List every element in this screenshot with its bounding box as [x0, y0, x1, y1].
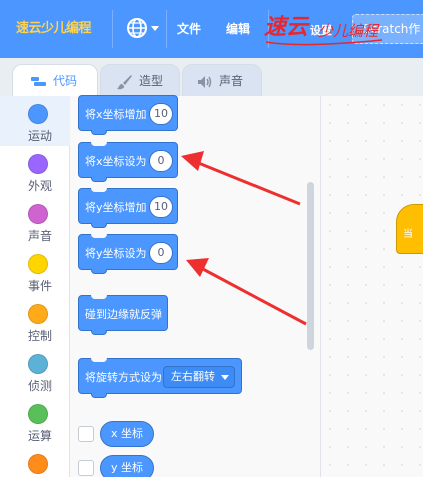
- block-set-x[interactable]: 将x坐标设为 0: [78, 142, 178, 182]
- tab-costumes[interactable]: 造型: [100, 64, 180, 98]
- category-label: 侦测: [27, 379, 52, 393]
- category-label: 运动: [27, 129, 52, 143]
- palette-scrollbar[interactable]: [307, 182, 314, 350]
- category-label: 控制: [27, 329, 52, 343]
- block-label: 将旋转方式设为: [85, 371, 162, 384]
- block-label: 碰到边缘就反弹: [85, 308, 162, 321]
- tab-label: 代码: [53, 74, 78, 88]
- menu-file[interactable]: 文件: [177, 20, 201, 37]
- tab-label: 声音: [219, 74, 244, 88]
- block-notch: [91, 223, 107, 228]
- category-dot: [28, 304, 48, 324]
- menu-divider: [112, 10, 113, 48]
- block-bounce-on-edge[interactable]: 碰到边缘就反弹: [78, 295, 168, 335]
- block-label: 将x坐标设为: [85, 155, 147, 168]
- block-notch: [91, 234, 107, 238]
- category-operators[interactable]: 运算: [0, 396, 70, 446]
- block-notch: [91, 393, 107, 398]
- block-notch: [91, 142, 107, 146]
- globe-icon[interactable]: [126, 17, 148, 39]
- rotation-style-dropdown[interactable]: 左右翻转: [163, 366, 235, 388]
- block-notch: [91, 130, 107, 135]
- menu-divider: [268, 10, 269, 48]
- block-value-input[interactable]: 0: [149, 150, 173, 172]
- category-dot: [28, 404, 48, 424]
- block-label: 将y坐标设为: [85, 247, 147, 260]
- block-notch: [91, 177, 107, 182]
- category-label: 外观: [27, 179, 52, 193]
- category-dot: [28, 254, 48, 274]
- category-label: 运算: [27, 429, 52, 443]
- y-position-checkbox[interactable]: [78, 460, 94, 476]
- tab-label: 造型: [139, 74, 164, 88]
- dropdown-value: 左右翻转: [171, 370, 215, 383]
- block-notch: [91, 269, 107, 274]
- category-label: 事件: [27, 279, 52, 293]
- category-dot: [28, 454, 48, 474]
- block-notch: [91, 330, 107, 335]
- menu-bar: 速云少儿编程 文件 编辑 设置 Scratch作 速云 少儿编程: [0, 0, 423, 58]
- block-value-input[interactable]: 10: [149, 103, 173, 125]
- category-sensing[interactable]: 侦测: [0, 346, 70, 396]
- block-value-input[interactable]: 10: [149, 196, 173, 218]
- category-events[interactable]: 事件: [0, 246, 70, 296]
- block-set-rotation-style[interactable]: 将旋转方式设为 左右翻转: [78, 358, 242, 398]
- category-dot: [28, 204, 48, 224]
- hat-block-label: 当: [403, 229, 413, 240]
- menu-edit[interactable]: 编辑: [226, 20, 250, 37]
- script-area[interactable]: [320, 96, 423, 477]
- block-value-input[interactable]: 0: [149, 242, 173, 264]
- svg-text:速云: 速云: [264, 14, 310, 40]
- code-icon: [31, 76, 46, 86]
- tab-sounds[interactable]: 声音: [182, 64, 262, 98]
- category-control[interactable]: 控制: [0, 296, 70, 346]
- category-variables[interactable]: 变量: [0, 446, 70, 477]
- block-label: 将x坐标增加: [85, 108, 147, 121]
- category-looks[interactable]: 外观: [0, 146, 70, 196]
- project-title-input[interactable]: Scratch作: [352, 14, 423, 44]
- scratch-editor: 速云少儿编程 文件 编辑 设置 Scratch作 速云 少儿编程 代码 造型 声…: [0, 0, 423, 477]
- block-notch: [91, 188, 107, 192]
- x-position-checkbox[interactable]: [78, 426, 94, 442]
- reporter-x-position[interactable]: x 坐标: [100, 421, 155, 447]
- block-change-x[interactable]: 将x坐标增加 10: [78, 95, 178, 135]
- category-dot: [28, 104, 48, 124]
- script-hat-block[interactable]: 当: [396, 204, 423, 254]
- category-menu: 运动 外观 声音 事件 控制 侦测 运算 变量: [0, 96, 70, 477]
- category-motion[interactable]: 运动: [0, 96, 70, 146]
- menu-settings[interactable]: 设置: [310, 22, 332, 38]
- speaker-icon: [198, 75, 212, 88]
- block-notch: [91, 295, 107, 299]
- editor-tabs: 代码 造型 声音: [0, 58, 423, 100]
- category-dot: [28, 154, 48, 174]
- block-palette: 将x坐标增加 10 将x坐标设为 0 将y坐标增加 10 将y坐标设为 0 碰到…: [70, 95, 320, 477]
- brush-icon: [117, 74, 132, 89]
- block-change-y[interactable]: 将y坐标增加 10: [78, 188, 178, 228]
- language-caret-icon[interactable]: [151, 26, 159, 31]
- logo[interactable]: 速云少儿编程: [16, 16, 100, 42]
- chevron-down-icon: [221, 374, 229, 380]
- block-notch: [91, 358, 107, 362]
- block-set-y[interactable]: 将y坐标设为 0: [78, 234, 178, 274]
- block-label: 将y坐标增加: [85, 201, 147, 214]
- category-sound[interactable]: 声音: [0, 196, 70, 246]
- reporter-y-position[interactable]: y 坐标: [100, 455, 155, 477]
- category-dot: [28, 354, 48, 374]
- category-label: 声音: [27, 229, 52, 243]
- menu-divider: [166, 10, 167, 48]
